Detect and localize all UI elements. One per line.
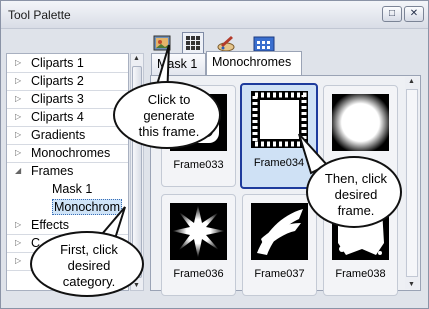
callout-text: Click to generate this frame. bbox=[138, 92, 200, 139]
callout-text: Then, click desired frame. bbox=[324, 171, 388, 218]
callout-click-frame: Then, click desired frame. bbox=[306, 156, 402, 228]
callout-click-category: First, click desired category. bbox=[30, 231, 144, 297]
tool-palette-window: Tool Palette □ ✕ ▷ Cliparts 1 ▷ Cliparts… bbox=[0, 0, 429, 309]
callout-generate-frame: Click to generate this frame. bbox=[113, 81, 221, 149]
callout-text: First, click desired category. bbox=[60, 242, 118, 289]
